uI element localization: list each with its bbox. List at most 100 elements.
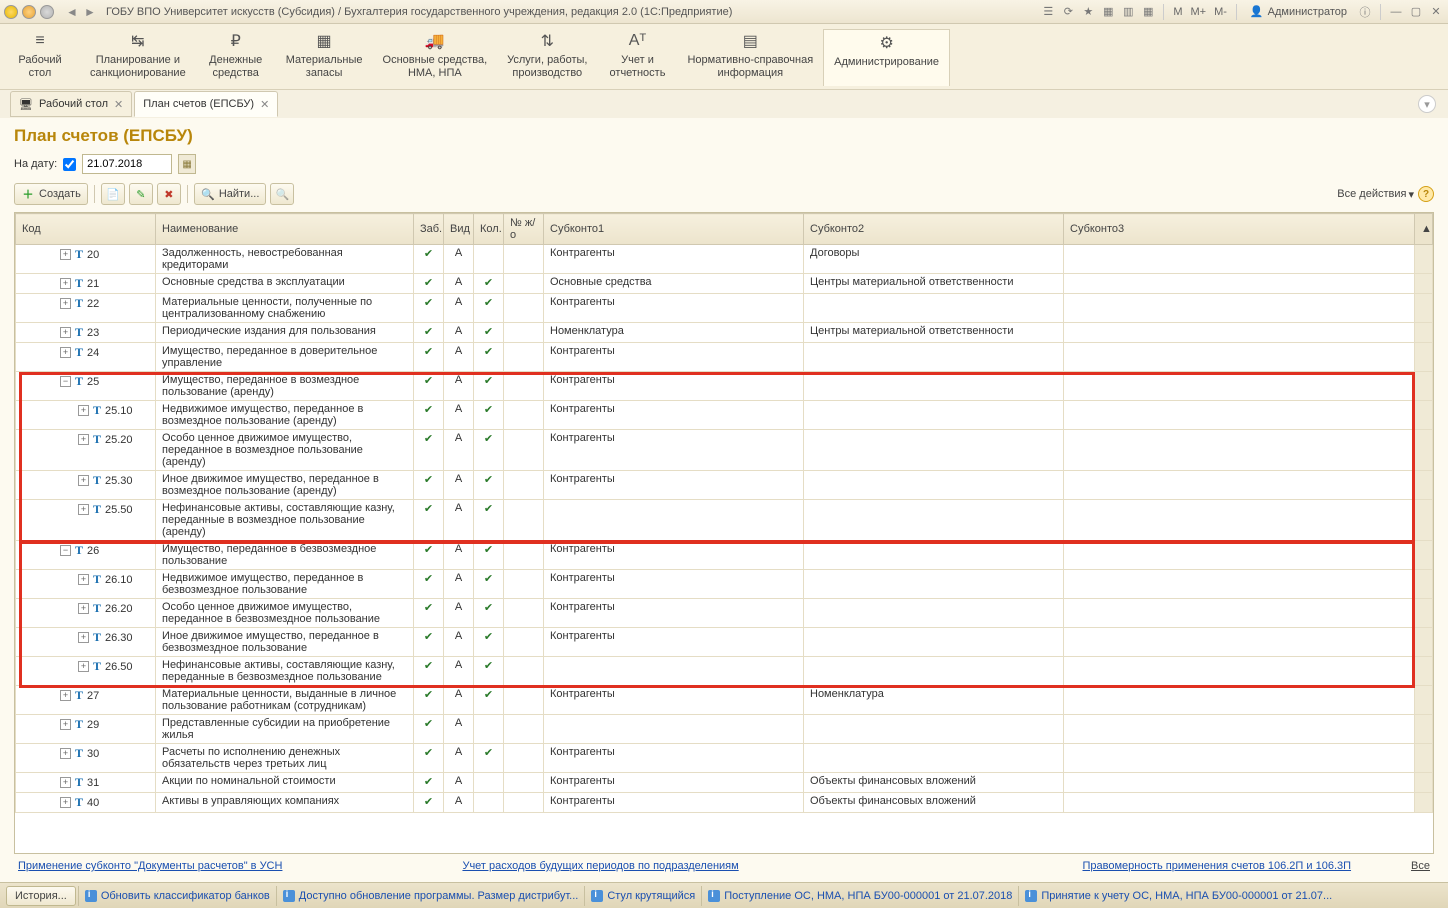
link-usn[interactable]: Применение субконто "Документы расчетов"… <box>18 860 282 872</box>
expand-icon[interactable]: + <box>78 603 89 614</box>
table-row[interactable]: +T31 Акции по номинальной стоимости ✔ А … <box>16 773 1433 793</box>
date-input[interactable] <box>82 154 172 174</box>
nav-back-icon[interactable]: ◄ <box>64 4 80 20</box>
expand-icon[interactable]: + <box>60 777 71 788</box>
create-button[interactable]: ＋ Создать <box>14 183 88 205</box>
table-row[interactable]: +T25.10 Недвижимое имущество, переданное… <box>16 401 1433 430</box>
col-zab[interactable]: Заб. <box>414 214 444 245</box>
col-kol[interactable]: Кол. <box>474 214 504 245</box>
expand-icon[interactable]: + <box>78 632 89 643</box>
nav-fwd-icon[interactable]: ► <box>82 4 98 20</box>
link-future-expenses[interactable]: Учет расходов будущих периодов по подраз… <box>462 860 738 872</box>
col-sub3[interactable]: Субконто3 <box>1064 214 1415 245</box>
toolbar-item[interactable]: ▤Нормативно-справочнаяинформация <box>677 28 823 85</box>
expand-icon[interactable]: + <box>60 797 71 808</box>
toolbar-item[interactable]: ≡Рабочийстол <box>0 28 80 85</box>
all-actions-button[interactable]: Все действия▾ <box>1337 188 1414 201</box>
tab[interactable]: План счетов (ЕПСБУ)✕ <box>134 91 278 117</box>
statusbar-item[interactable]: Поступление ОС, НМА, НПА БУ00-000001 от … <box>701 886 1018 906</box>
calendar-button[interactable]: ▦ <box>178 154 196 174</box>
history-button[interactable]: История... <box>6 886 76 906</box>
expand-icon[interactable]: + <box>60 719 71 730</box>
expand-icon[interactable]: + <box>60 690 71 701</box>
expand-icon[interactable]: + <box>60 748 71 759</box>
expand-icon[interactable]: + <box>78 405 89 416</box>
col-name[interactable]: Наименование <box>156 214 414 245</box>
tab[interactable]: 🖥Рабочий стол✕ <box>10 91 132 117</box>
window-button[interactable] <box>22 5 36 19</box>
col-sub2[interactable]: Субконто2 <box>804 214 1064 245</box>
expand-icon[interactable]: + <box>60 347 71 358</box>
expand-icon[interactable]: + <box>78 475 89 486</box>
expand-icon[interactable]: + <box>78 574 89 585</box>
expand-icon[interactable]: + <box>78 434 89 445</box>
statusbar-item[interactable]: Доступно обновление программы. Размер ди… <box>276 886 585 906</box>
statusbar-item[interactable]: Обновить классификатор банков <box>78 886 276 906</box>
table-row[interactable]: +T24 Имущество, переданное в доверительн… <box>16 343 1433 372</box>
calculator-icon[interactable]: ▥ <box>1120 4 1136 20</box>
link-accounts-106[interactable]: Правомерность применения счетов 106.2П и… <box>1082 860 1351 872</box>
expand-icon[interactable]: + <box>60 249 71 260</box>
expand-icon[interactable]: + <box>60 298 71 309</box>
table-row[interactable]: +T20 Задолженность, невостребованная кре… <box>16 245 1433 274</box>
expand-icon[interactable]: + <box>60 327 71 338</box>
find-button[interactable]: 🔍 Найти... <box>194 183 267 205</box>
toolbar-item[interactable]: 🚚Основные средства,НМА, НПА <box>373 28 498 85</box>
col-vid[interactable]: Вид <box>444 214 474 245</box>
minimize-icon[interactable]: — <box>1388 4 1404 20</box>
toolbar-item[interactable]: ▦Материальныезапасы <box>276 28 373 85</box>
table-row[interactable]: −T26 Имущество, переданное в безвозмездн… <box>16 541 1433 570</box>
expand-icon[interactable]: + <box>60 278 71 289</box>
mplus-button[interactable]: M+ <box>1189 6 1209 18</box>
table-row[interactable]: +T21 Основные средства в эксплуатации ✔ … <box>16 274 1433 294</box>
clear-find-button[interactable]: 🔍 <box>270 183 294 205</box>
statusbar-item[interactable]: Принятие к учету ОС, НМА, НПА БУ00-00000… <box>1018 886 1338 906</box>
col-njo[interactable]: № ж/о <box>504 214 544 245</box>
toolbar-item[interactable]: ↹Планирование исанкционирование <box>80 28 196 85</box>
info-icon[interactable]: ⓘ <box>1357 4 1373 20</box>
toolbar-icon[interactable]: ▦ <box>1100 4 1116 20</box>
table-row[interactable]: +T26.10 Недвижимое имущество, переданное… <box>16 570 1433 599</box>
table-row[interactable]: +T26.30 Иное движимое имущество, передан… <box>16 628 1433 657</box>
table-row[interactable]: +T40 Активы в управляющих компаниях ✔ А … <box>16 793 1433 813</box>
table-row[interactable]: +T26.20 Особо ценное движимое имущество,… <box>16 599 1433 628</box>
col-sub1[interactable]: Субконто1 <box>544 214 804 245</box>
window-button[interactable] <box>40 5 54 19</box>
table-row[interactable]: +T23 Периодические издания для пользован… <box>16 323 1433 343</box>
col-code[interactable]: Код <box>16 214 156 245</box>
table-row[interactable]: +T26.50 Нефинансовые активы, составляющи… <box>16 657 1433 686</box>
tabs-dropdown-button[interactable]: ▾ <box>1418 95 1436 113</box>
link-all[interactable]: Все <box>1411 860 1430 872</box>
table-row[interactable]: +T22 Материальные ценности, полученные п… <box>16 294 1433 323</box>
close-icon[interactable]: ✕ <box>1428 4 1444 20</box>
table-row[interactable]: +T27 Материальные ценности, выданные в л… <box>16 686 1433 715</box>
date-checkbox[interactable] <box>63 158 76 171</box>
toolbar-item[interactable]: ⚙Администрирование <box>823 29 950 86</box>
tab-close-icon[interactable]: ✕ <box>260 98 269 111</box>
table-row[interactable]: +T30 Расчеты по исполнению денежных обяз… <box>16 744 1433 773</box>
delete-button[interactable]: ✖ <box>157 183 181 205</box>
calendar-icon[interactable]: ▦ <box>1140 4 1156 20</box>
toolbar-item[interactable]: ₽Денежныесредства <box>196 28 276 85</box>
help-button[interactable]: ? <box>1418 186 1434 202</box>
toolbar-item[interactable]: ⇅Услуги, работы,производство <box>497 28 597 85</box>
expand-icon[interactable]: + <box>78 504 89 515</box>
maximize-icon[interactable]: ▢ <box>1408 4 1424 20</box>
collapse-icon[interactable]: − <box>60 376 71 387</box>
m-button[interactable]: M <box>1171 6 1184 18</box>
star-icon[interactable]: ★ <box>1080 4 1096 20</box>
table-row[interactable]: +T25.20 Особо ценное движимое имущество,… <box>16 430 1433 471</box>
expand-icon[interactable]: + <box>78 661 89 672</box>
collapse-icon[interactable]: − <box>60 545 71 556</box>
table-row[interactable]: +T29 Представленные субсидии на приобрет… <box>16 715 1433 744</box>
mminus-button[interactable]: M- <box>1212 6 1229 18</box>
edit-button[interactable]: ✎ <box>129 183 153 205</box>
table-row[interactable]: +T25.30 Иное движимое имущество, передан… <box>16 471 1433 500</box>
toolbar-icon[interactable]: ☰ <box>1040 4 1056 20</box>
copy-button[interactable]: 📄 <box>101 183 125 205</box>
tab-close-icon[interactable]: ✕ <box>114 98 123 111</box>
toolbar-item[interactable]: AᵀУчет иотчетность <box>597 28 677 85</box>
table-row[interactable]: −T25 Имущество, переданное в возмездное … <box>16 372 1433 401</box>
toolbar-icon[interactable]: ⟳ <box>1060 4 1076 20</box>
table-row[interactable]: +T25.50 Нефинансовые активы, составляющи… <box>16 500 1433 541</box>
